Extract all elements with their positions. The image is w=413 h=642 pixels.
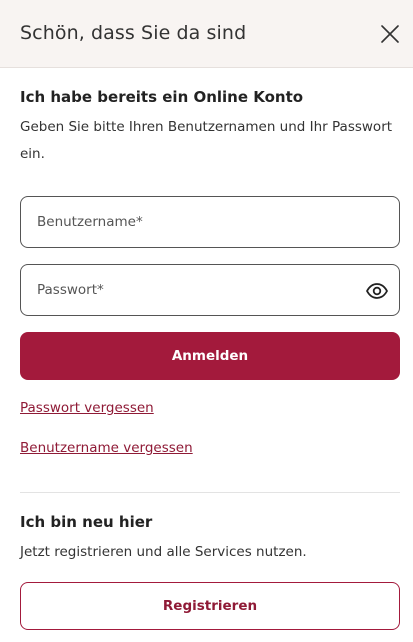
close-icon — [381, 25, 399, 43]
forgot-password-link[interactable]: Passwort vergessen — [20, 400, 154, 416]
close-button[interactable] — [378, 22, 402, 46]
password-field[interactable] — [20, 264, 400, 316]
password-input[interactable] — [21, 265, 399, 315]
login-button[interactable]: Anmelden — [20, 332, 400, 380]
dialog-header: Schön, dass Sie da sind — [0, 0, 413, 68]
login-section-title: Ich habe bereits ein Online Konto — [20, 88, 304, 106]
forgot-username-link[interactable]: Benutzername vergessen — [20, 440, 193, 456]
register-button[interactable]: Registrieren — [20, 582, 400, 630]
register-section-description: Jetzt registrieren und alle Services nut… — [20, 544, 307, 560]
section-divider — [20, 492, 400, 493]
dialog-title: Schön, dass Sie da sind — [20, 22, 247, 44]
register-section-title: Ich bin neu hier — [20, 513, 153, 531]
username-field[interactable] — [20, 196, 400, 248]
username-input[interactable] — [21, 197, 399, 247]
login-section-description: Geben Sie bitte Ihren Benutzernamen und … — [20, 119, 393, 162]
toggle-password-visibility-button[interactable] — [365, 279, 389, 303]
eye-icon — [366, 283, 388, 299]
